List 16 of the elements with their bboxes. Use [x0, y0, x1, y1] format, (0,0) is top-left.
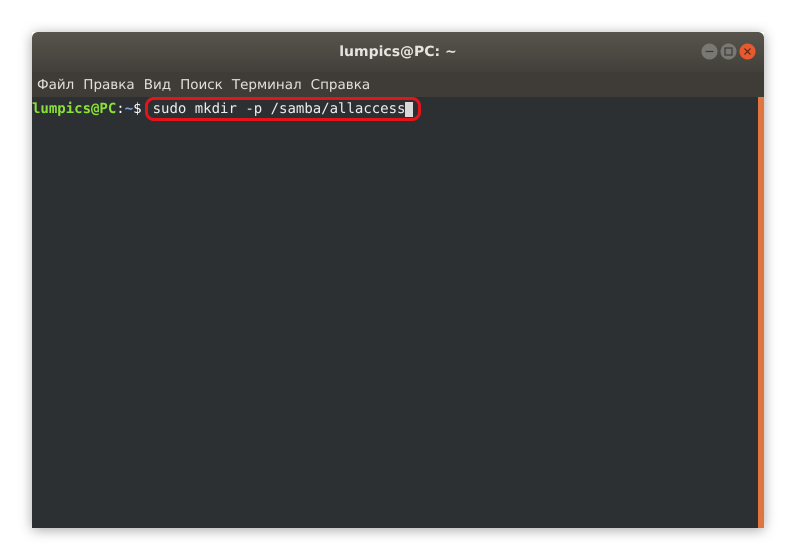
minimize-button[interactable] — [701, 43, 718, 60]
menu-item[interactable]: Правка — [83, 76, 135, 92]
text-cursor — [405, 102, 414, 116]
menu-item[interactable]: Терминал — [232, 76, 302, 92]
menu-item[interactable]: Поиск — [180, 76, 223, 92]
prompt-path: ~ — [124, 101, 134, 117]
close-button[interactable] — [739, 43, 756, 60]
menu-item[interactable]: Вид — [144, 76, 172, 92]
prompt-user-host: lumpics@PC — [32, 101, 116, 117]
prompt-separator: : — [116, 101, 125, 117]
menu-item[interactable]: Файл — [37, 76, 74, 92]
menu-item[interactable]: Справка — [310, 76, 370, 92]
window-title: lumpics@PC: ~ — [339, 44, 457, 60]
prompt-symbol: $ — [133, 101, 142, 117]
maximize-button[interactable] — [720, 43, 737, 60]
command-text: sudo mkdir -p /samba/allaccess — [152, 101, 406, 117]
